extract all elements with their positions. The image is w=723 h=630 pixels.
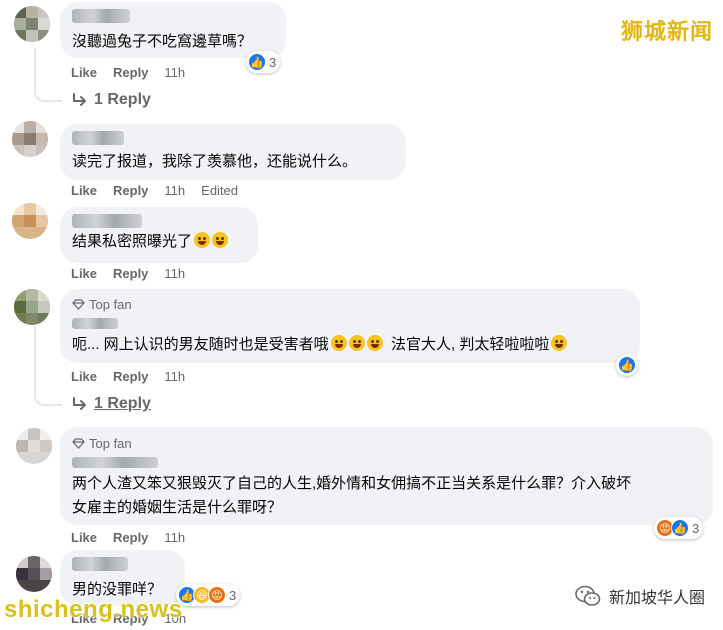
comment-text-line1: 两个人渣又笨又狠毁灭了自己的人生,婚外情和女佣搞不正当关系是什么罪？介入破坏	[72, 475, 632, 492]
like-button[interactable]: Like	[71, 530, 97, 545]
timestamp[interactable]: 11h	[164, 530, 185, 545]
view-replies-link[interactable]: 1 Reply	[72, 91, 151, 109]
author-name[interactable]	[72, 557, 128, 571]
view-replies-link[interactable]: 1 Reply	[72, 395, 151, 413]
author-name[interactable]	[72, 318, 118, 329]
avatar[interactable]	[12, 121, 48, 157]
avatar[interactable]	[14, 289, 50, 325]
top-fan-badge: Top fan	[72, 297, 132, 312]
author-name[interactable]	[72, 214, 142, 228]
reaction-summary[interactable]: 😡 👍 3	[654, 517, 704, 539]
reaction-summary[interactable]: 👍	[616, 354, 638, 376]
timestamp[interactable]: 11h	[164, 65, 185, 80]
timestamp[interactable]: 11h	[164, 266, 185, 281]
avatar[interactable]	[12, 203, 48, 239]
thread-connector	[34, 48, 62, 102]
edited-label: Edited	[201, 183, 239, 198]
like-reaction-icon: 👍	[248, 53, 266, 71]
avatar[interactable]	[14, 6, 50, 42]
comment-text: 结果私密照曝光了	[72, 231, 229, 253]
joy-emoji-icon	[348, 335, 365, 351]
avatar[interactable]	[16, 428, 52, 464]
like-button[interactable]: Like	[71, 369, 97, 384]
angry-reaction-icon: 😡	[208, 586, 226, 604]
watermark-top: 狮城新闻	[620, 19, 713, 44]
watermark-bottom: shicheng.news	[4, 596, 183, 623]
comment-actions: Like Reply 11h	[71, 369, 185, 384]
diamond-icon	[72, 438, 85, 449]
timestamp[interactable]: 11h	[164, 183, 185, 198]
rofl-emoji-icon	[551, 335, 568, 351]
thread-connector	[34, 326, 62, 406]
comment-actions: Like Reply 11h Edited	[71, 183, 238, 198]
comment-actions: Like Reply 11h	[71, 266, 185, 281]
reaction-summary[interactable]: 👍 😆 😡 3	[176, 584, 241, 606]
tongue-emoji-icon	[330, 335, 347, 351]
comment-text: 呃... 网上认识的男友随时也是受害者哦 法官大人, 判太轻啦啦啦	[72, 334, 568, 356]
diamond-icon	[72, 299, 85, 310]
comment-bubble: 沒聽過兔子不吃窩邊草嗎？	[60, 2, 286, 58]
reply-button[interactable]: Reply	[113, 65, 148, 80]
reply-arrow-icon	[73, 397, 86, 410]
comment-actions: Like Reply 11h	[71, 65, 185, 80]
like-reaction-icon: 👍	[671, 519, 689, 537]
rofl-emoji-icon	[212, 232, 229, 248]
wechat-icon	[575, 585, 601, 606]
reaction-summary[interactable]: 👍 3	[246, 51, 281, 73]
author-name[interactable]	[72, 457, 158, 468]
grimace-emoji-icon	[366, 335, 383, 351]
reply-button[interactable]: Reply	[113, 266, 148, 281]
reply-arrow-icon	[73, 93, 86, 106]
reply-button[interactable]: Reply	[113, 369, 148, 384]
author-name[interactable]	[72, 131, 124, 145]
comment-bubble: 读完了报道，我除了羡慕他，还能说什么。	[60, 124, 406, 180]
comment-bubble: Top fan 两个人渣又笨又狠毁灭了自己的人生,婚外情和女佣搞不正当关系是什么…	[60, 427, 713, 525]
comment-text: 沒聽過兔子不吃窩邊草嗎？	[72, 33, 253, 50]
like-button[interactable]: Like	[71, 266, 97, 281]
top-fan-badge: Top fan	[72, 436, 132, 451]
comment-bubble: 结果私密照曝光了	[60, 207, 258, 263]
reply-button[interactable]: Reply	[113, 530, 148, 545]
timestamp[interactable]: 11h	[164, 369, 185, 384]
reply-button[interactable]: Reply	[113, 183, 148, 198]
comment-text-line2: 女雇主的婚姻生活是什么罪呀？	[72, 499, 283, 516]
like-reaction-icon: 👍	[618, 356, 636, 374]
comment-text: 读完了报道，我除了羡慕他，还能说什么。	[72, 153, 358, 170]
comment-actions: Like Reply 11h	[71, 530, 185, 545]
rofl-emoji-icon	[194, 232, 211, 248]
avatar[interactable]	[16, 556, 52, 592]
like-button[interactable]: Like	[71, 183, 97, 198]
author-name[interactable]	[72, 9, 130, 23]
wechat-account: 新加坡华人圈	[575, 584, 705, 608]
comment-bubble: Top fan 呃... 网上认识的男友随时也是受害者哦 法官大人, 判太轻啦啦…	[60, 289, 640, 363]
like-button[interactable]: Like	[71, 65, 97, 80]
